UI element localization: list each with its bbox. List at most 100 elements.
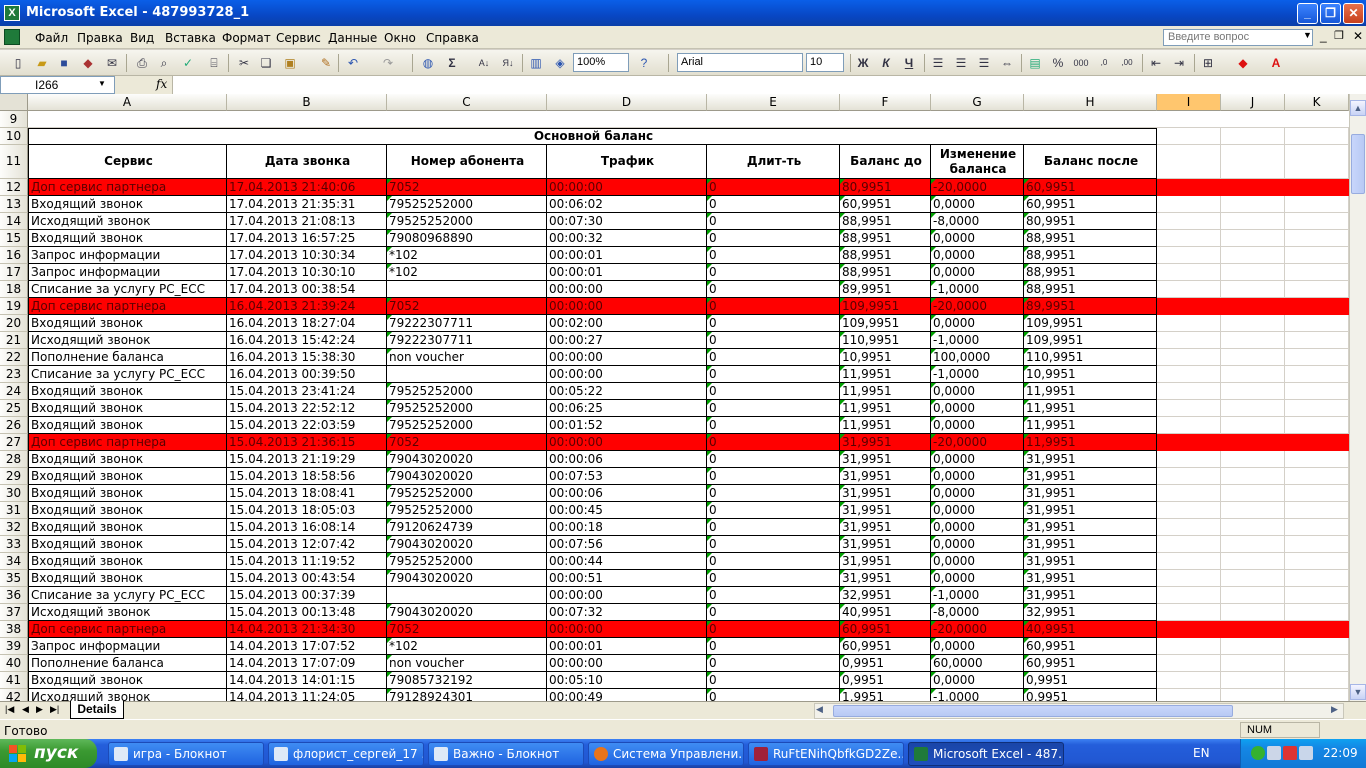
table-cell[interactable]: Списание за услугу PC_ECC [28,587,227,604]
minimize-button[interactable]: _ [1297,3,1318,24]
table-cell[interactable]: 0 [707,434,840,451]
align-left-icon[interactable]: ☰ [930,55,946,71]
empty-cell[interactable] [1221,281,1285,298]
empty-cell[interactable] [1157,400,1221,417]
empty-cell[interactable] [1221,502,1285,519]
empty-cell[interactable] [1285,417,1349,434]
table-cell[interactable]: 00:00:32 [547,230,707,247]
currency-icon[interactable]: ▤ [1027,55,1043,71]
table-cell[interactable]: 00:06:25 [547,400,707,417]
table-cell[interactable]: 17.04.2013 21:08:13 [227,213,387,230]
horizontal-scroll-thumb[interactable] [833,705,1233,717]
align-right-icon[interactable]: ☰ [976,55,992,71]
empty-cell[interactable] [1285,332,1349,349]
font-select[interactable]: Arial [677,53,803,72]
empty-cell[interactable] [1221,298,1285,315]
empty-cell[interactable] [1157,145,1221,179]
table-cell[interactable]: 0 [707,315,840,332]
table-cell[interactable]: 32,9951 [1024,604,1157,621]
empty-cell[interactable] [1221,145,1285,179]
table-cell[interactable]: 31,9951 [1024,485,1157,502]
table-cell[interactable]: 79043020020 [387,451,547,468]
table-cell[interactable]: 15.04.2013 23:41:24 [227,383,387,400]
table-cell[interactable] [387,366,547,383]
table-cell[interactable]: 0 [707,689,840,701]
empty-cell[interactable] [1221,570,1285,587]
row-header[interactable]: 20 [0,315,28,332]
column-header-e[interactable]: E [707,94,840,111]
table-cell[interactable]: Входящий звонок [28,485,227,502]
table-cell[interactable]: 0,0000 [931,451,1024,468]
table-cell[interactable]: 00:00:45 [547,502,707,519]
thousands-icon[interactable]: 000 [1073,55,1089,71]
empty-cell[interactable] [1285,366,1349,383]
table-cell[interactable]: 0 [707,536,840,553]
table-cell[interactable]: 00:07:30 [547,213,707,230]
task-excel[interactable]: Microsoft Excel - 487... [908,742,1064,766]
table-cell[interactable]: 79222307711 [387,315,547,332]
table-cell[interactable]: 00:00:00 [547,366,707,383]
empty-cell[interactable] [1221,587,1285,604]
empty-cell[interactable] [1157,638,1221,655]
increase-indent-icon[interactable]: ⇥ [1171,55,1187,71]
menu-help[interactable]: Справка [426,31,479,45]
row-header[interactable]: 37 [0,604,28,621]
hyperlink-icon[interactable]: ◍ [420,55,436,71]
table-cell[interactable]: 00:00:01 [547,264,707,281]
empty-cell[interactable] [1221,468,1285,485]
table-cell[interactable]: 31,9951 [1024,587,1157,604]
table-cell[interactable]: 00:00:00 [547,179,707,196]
column-title-cell[interactable]: Изменение баланса [931,145,1024,179]
network-tray-icon[interactable] [1267,746,1281,760]
table-cell[interactable]: 80,9951 [840,179,931,196]
underline-icon[interactable]: Ч [901,55,917,71]
table-cell[interactable]: 14.04.2013 17:07:52 [227,638,387,655]
table-cell[interactable]: 88,9951 [1024,230,1157,247]
table-cell[interactable]: 10,9951 [840,349,931,366]
row-header[interactable]: 39 [0,638,28,655]
table-cell[interactable]: Доп сервис партнера [28,179,227,196]
table-cell[interactable]: 00:00:00 [547,587,707,604]
empty-cell[interactable] [1221,536,1285,553]
column-header-a[interactable]: A [28,94,227,111]
table-cell[interactable]: 00:00:18 [547,519,707,536]
empty-cell[interactable] [1285,196,1349,213]
security-tray-icon[interactable] [1251,746,1265,760]
table-cell[interactable]: 31,9951 [840,485,931,502]
table-cell[interactable]: 7052 [387,179,547,196]
empty-cell[interactable] [1285,621,1349,638]
table-cell[interactable]: 31,9951 [1024,536,1157,553]
empty-cell[interactable] [1285,179,1349,196]
table-cell[interactable]: 0 [707,213,840,230]
first-sheet-icon[interactable]: |◀ [5,704,14,715]
row-header[interactable]: 26 [0,417,28,434]
empty-cell[interactable] [1221,451,1285,468]
empty-cell[interactable] [1221,519,1285,536]
empty-cell[interactable] [1285,485,1349,502]
table-cell[interactable]: 0,0000 [931,383,1024,400]
empty-cell[interactable] [1157,570,1221,587]
table-cell[interactable]: Пополнение баланса [28,655,227,672]
table-cell[interactable]: Входящий звонок [28,196,227,213]
document-icon[interactable] [4,29,20,45]
table-cell[interactable]: *102 [387,264,547,281]
row-header[interactable]: 30 [0,485,28,502]
row-header[interactable]: 31 [0,502,28,519]
table-cell[interactable]: 15.04.2013 11:19:52 [227,553,387,570]
table-cell[interactable]: 31,9951 [1024,451,1157,468]
empty-cell[interactable] [1285,230,1349,247]
table-cell[interactable]: 0,0000 [931,196,1024,213]
empty-cell[interactable] [1221,213,1285,230]
table-cell[interactable]: 0,9951 [840,655,931,672]
table-cell[interactable]: 15.04.2013 00:13:48 [227,604,387,621]
table-cell[interactable]: 0 [707,638,840,655]
table-cell[interactable]: Доп сервис партнера [28,298,227,315]
empty-cell[interactable] [1285,315,1349,332]
table-cell[interactable]: 7052 [387,434,547,451]
table-cell[interactable]: 0 [707,587,840,604]
table-cell[interactable]: 14.04.2013 17:07:09 [227,655,387,672]
table-cell[interactable]: 31,9951 [840,434,931,451]
table-cell[interactable]: 0 [707,247,840,264]
empty-cell[interactable] [1157,366,1221,383]
table-cell[interactable]: 00:00:00 [547,281,707,298]
